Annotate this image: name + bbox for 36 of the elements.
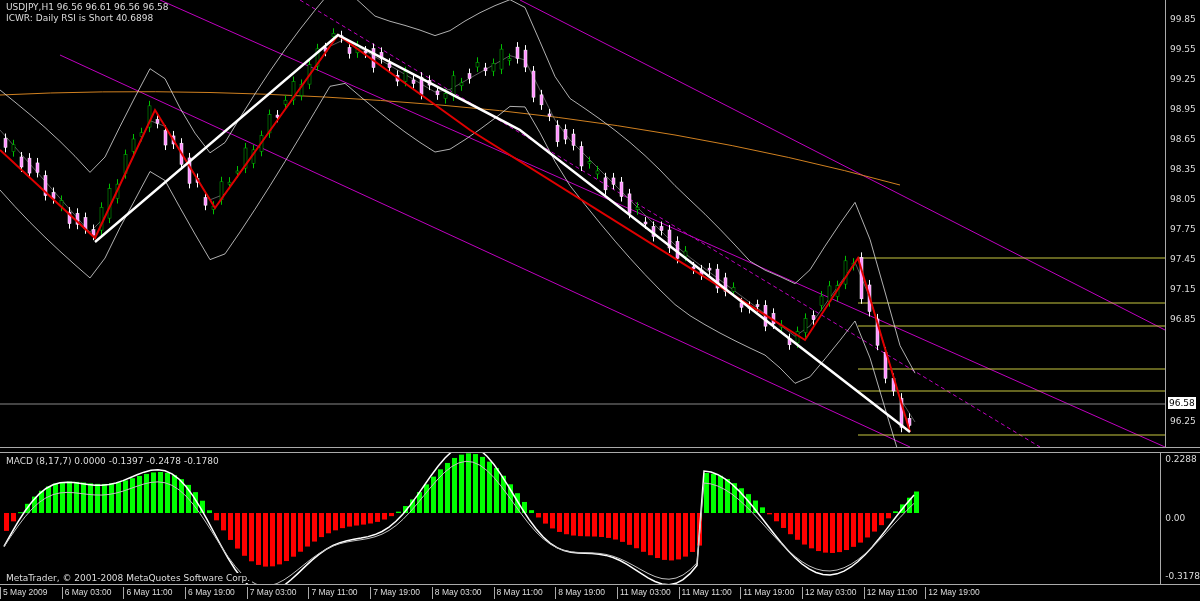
price-tick-label: 99.25	[1170, 73, 1197, 86]
price-tick-label: 96.25	[1170, 415, 1196, 428]
symbol-quote-label: USDJPY,H1 96.56 96.61 96.56 96.58	[6, 2, 169, 13]
time-tick-label: 6 May 11:00	[123, 587, 186, 599]
time-tick-label: 12 May 19:00	[925, 587, 987, 599]
price-tick-label: 98.95	[1170, 103, 1197, 116]
time-tick-label: 11 May 03:00	[616, 587, 679, 599]
time-tick-label: 8 May 03:00	[431, 587, 494, 599]
price-tick-label: 97.15	[1170, 283, 1197, 296]
price-tick-label: 99.55	[1170, 43, 1197, 56]
time-tick-label: 12 May 11:00	[863, 587, 926, 599]
price-tick-label: 98.05	[1170, 193, 1197, 206]
macd-tick-label: 0.2288	[1165, 454, 1198, 465]
time-tick-label: 5 May 2009	[0, 587, 62, 599]
price-tick-label: 98.35	[1170, 163, 1197, 176]
time-tick-label: 11 May 19:00	[740, 587, 802, 599]
time-tick-label: 7 May 03:00	[246, 587, 309, 599]
time-tick-label: 6 May 03:00	[61, 587, 124, 599]
macd-tick-label: -0.3178	[1165, 571, 1200, 582]
macd-tick-label: 0.00	[1165, 512, 1187, 524]
time-tick-label: 8 May 19:00	[555, 587, 617, 599]
time-tick-label: 8 May 11:00	[493, 587, 556, 599]
indicator-label: ICWR: Daily RSI is Short 40.6898	[6, 13, 155, 24]
time-tick-label: 12 May 03:00	[801, 587, 864, 599]
time-tick-label: 11 May 11:00	[678, 587, 741, 599]
time-tick-label: 7 May 19:00	[370, 587, 432, 599]
macd-label: MACD (8,17,7) 0.0000 -0.1397 -0.2478 -0.1780	[6, 456, 219, 466]
price-tick-label: 96.85	[1170, 313, 1197, 326]
time-tick-label: 7 May 11:00	[308, 587, 371, 599]
copyright-label: MetaTrader, © 2001-2008 MetaQuotes Software Corp.	[4, 573, 253, 583]
price-tick-label: 98.65	[1170, 133, 1197, 146]
price-tick-label: 97.75	[1170, 223, 1197, 236]
current-price-label: 96.58	[1168, 397, 1196, 409]
price-tick-label: 97.45	[1170, 253, 1197, 266]
price-tick-label: 99.85	[1170, 13, 1197, 26]
time-tick-label: 6 May 19:00	[185, 587, 247, 599]
